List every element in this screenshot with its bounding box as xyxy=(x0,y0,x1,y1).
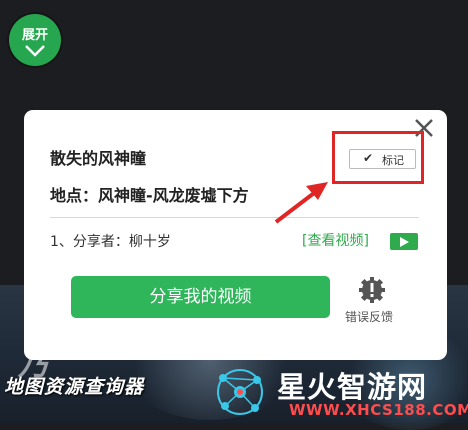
network-logo-icon xyxy=(217,369,263,415)
play-icon xyxy=(400,237,409,247)
play-video-button[interactable] xyxy=(390,233,418,250)
watermark-url: WWW.XHCS188.COM xyxy=(289,401,468,419)
pointer-arrow-icon xyxy=(274,182,328,224)
chevron-down-icon xyxy=(25,45,45,57)
sharer-text: 1、分享者：柳十岁 xyxy=(50,234,171,250)
error-feedback-label[interactable]: 错误反馈 xyxy=(345,308,393,325)
watermark-logo: 星火智游网 WWW.XHCS188.COM xyxy=(205,360,468,423)
popup-location: 地点：风神瞳-风龙废墟下方 xyxy=(50,186,249,205)
watermark-brand: 星火智游网 xyxy=(277,370,428,404)
highlight-box xyxy=(332,131,424,184)
view-video-link[interactable]: [查看视频] xyxy=(302,230,369,250)
expand-button[interactable]: 展开 xyxy=(9,14,61,66)
popup-title: 散失的风神瞳 xyxy=(50,149,147,168)
map-title: 地图资源查询器 xyxy=(4,376,145,398)
warning-gear-icon[interactable] xyxy=(358,276,386,304)
share-my-video-button[interactable]: 分享我的视频 xyxy=(71,276,330,318)
divider xyxy=(50,217,419,218)
expand-button-label: 展开 xyxy=(21,28,48,43)
